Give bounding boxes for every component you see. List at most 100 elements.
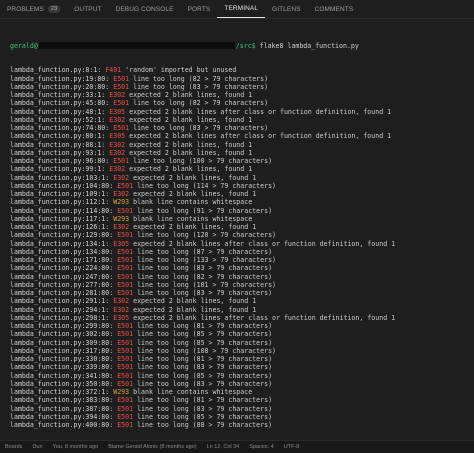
lint-message: line too long (101 > 79 characters) [133, 280, 277, 289]
tab-comments[interactable]: COMMENTS [308, 0, 361, 18]
lint-code: E501 [117, 330, 134, 339]
file-location[interactable]: lambda_function.py:112:1: [10, 198, 109, 206]
file-location[interactable]: lambda_function.py:134:80: [10, 248, 113, 256]
file-location[interactable]: lambda_function.py:74:80: [10, 124, 109, 132]
status-item[interactable]: Ln 12, Col 34 [202, 444, 245, 450]
file-location[interactable]: lambda_function.py:103:1: [10, 174, 109, 182]
lint-message: expected 2 blank lines after class or fu… [125, 132, 392, 141]
prompt-user: gerald@ [10, 41, 38, 50]
file-location[interactable]: lambda_function.py:299:80: [10, 322, 113, 330]
tab-debug-console[interactable]: DEBUG CONSOLE [109, 0, 181, 18]
lint-code: E501 [117, 231, 134, 240]
file-location[interactable]: lambda_function.py:394:80: [10, 413, 113, 421]
lint-line: lambda_function.py:52:1: E302 expected 2… [10, 116, 474, 124]
lint-line: lambda_function.py:171:80: E501 line too… [10, 256, 474, 264]
file-location[interactable]: lambda_function.py:93:1: [10, 149, 105, 157]
lint-line: lambda_function.py:400:80: E501 line too… [10, 421, 474, 429]
file-location[interactable]: lambda_function.py:291:1: [10, 297, 109, 305]
lint-message: line too long (85 > 79 characters) [133, 338, 273, 347]
lint-line: lambda_function.py:88:1: E302 expected 2… [10, 141, 474, 149]
file-location[interactable]: lambda_function.py:372:1: [10, 388, 109, 396]
lint-message: line too long (81 > 79 characters) [133, 396, 273, 405]
lint-line: lambda_function.py:330:80: E501 line too… [10, 355, 474, 363]
file-location[interactable]: lambda_function.py:247:80: [10, 273, 113, 281]
file-location[interactable]: lambda_function.py:339:80: [10, 363, 113, 371]
file-location[interactable]: lambda_function.py:88:1: [10, 141, 105, 149]
lint-line: lambda_function.py:339:80: E501 line too… [10, 363, 474, 371]
lint-line: lambda_function.py:129:80: E501 line too… [10, 231, 474, 239]
lint-line: lambda_function.py:45:80: E501 line too … [10, 99, 474, 107]
lint-message: line too long (83 > 79 characters) [133, 264, 273, 273]
lint-message: expected 2 blank lines, found 1 [125, 91, 253, 99]
file-location[interactable]: lambda_function.py:350:80: [10, 380, 113, 388]
lint-code: E302 [109, 140, 126, 149]
terminal-output[interactable]: gerald@ /src$ flake8 lambda_function.py l… [0, 19, 474, 440]
file-location[interactable]: lambda_function.py:19:80: [10, 75, 109, 83]
file-location[interactable]: lambda_function.py:52:1: [10, 116, 105, 124]
file-location[interactable]: lambda_function.py:387:80: [10, 405, 113, 413]
lint-code: E305 [109, 132, 126, 141]
status-item[interactable]: Spaces: 4 [244, 444, 278, 450]
lint-code: E501 [117, 264, 134, 273]
file-location[interactable]: lambda_function.py:309:80: [10, 339, 113, 347]
file-location[interactable]: lambda_function.py:99:1: [10, 165, 105, 173]
file-location[interactable]: lambda_function.py:8:1: [10, 66, 101, 74]
file-location[interactable]: lambda_function.py:45:80: [10, 99, 109, 107]
tab-ports[interactable]: PORTS [181, 0, 218, 18]
tab-gitlens[interactable]: GITLENS [265, 0, 308, 18]
lint-message: line too long (88 > 79 characters) [133, 421, 273, 429]
status-item[interactable]: Boards [0, 444, 27, 450]
lint-code: E501 [117, 247, 134, 256]
lint-code: E501 [117, 412, 134, 421]
file-location[interactable]: lambda_function.py:129:80: [10, 231, 113, 239]
lint-line: lambda_function.py:134:1: E305 expected … [10, 240, 474, 248]
tab-problems[interactable]: PROBLEMS 23 [0, 0, 67, 18]
file-location[interactable]: lambda_function.py:294:1: [10, 306, 109, 314]
file-location[interactable]: lambda_function.py:114:80: [10, 207, 113, 215]
lint-code: E501 [117, 404, 134, 413]
lint-line: lambda_function.py:372:1: W293 blank lin… [10, 388, 474, 396]
status-item[interactable]: Blame Gerald Alonis (8 months ago) [103, 444, 201, 450]
file-location[interactable]: lambda_function.py:171:80: [10, 256, 113, 264]
lint-line: lambda_function.py:104:80: E501 line too… [10, 182, 474, 190]
status-item[interactable]: You, 8 months ago [48, 444, 104, 450]
file-location[interactable]: lambda_function.py:48:1: [10, 108, 105, 116]
file-location[interactable]: lambda_function.py:302:80: [10, 330, 113, 338]
file-location[interactable]: lambda_function.py:80:1: [10, 132, 105, 140]
lint-line: lambda_function.py:117:1: W293 blank lin… [10, 215, 474, 223]
file-location[interactable]: lambda_function.py:134:1: [10, 240, 109, 248]
file-location[interactable]: lambda_function.py:400:80: [10, 421, 113, 429]
file-location[interactable]: lambda_function.py:383:80: [10, 396, 113, 404]
file-location[interactable]: lambda_function.py:20:80: [10, 83, 109, 91]
lint-message: line too long (83 > 79 characters) [133, 404, 273, 413]
lint-line: lambda_function.py:224:80: E501 line too… [10, 264, 474, 272]
status-item[interactable]: Dun [27, 444, 47, 450]
file-location[interactable]: lambda_function.py:126:1: [10, 223, 109, 231]
lint-line: lambda_function.py:291:1: E302 expected … [10, 297, 474, 305]
file-location[interactable]: lambda_function.py:117:1: [10, 215, 109, 223]
file-location[interactable]: lambda_function.py:104:80: [10, 182, 113, 190]
file-location[interactable]: lambda_function.py:341:80: [10, 372, 113, 380]
lint-code: E305 [113, 313, 130, 322]
tab-label: PROBLEMS [7, 5, 44, 13]
lint-line: lambda_function.py:109:1: E302 expected … [10, 190, 474, 198]
file-location[interactable]: lambda_function.py:109:1: [10, 190, 109, 198]
lint-message: line too long (82 > 79 characters) [133, 272, 273, 281]
file-location[interactable]: lambda_function.py:224:80: [10, 264, 113, 272]
file-location[interactable]: lambda_function.py:330:80: [10, 355, 113, 363]
file-location[interactable]: lambda_function.py:281:80: [10, 289, 113, 297]
lint-message: blank line contains whitespace [129, 214, 253, 223]
file-location[interactable]: lambda_function.py:277:80: [10, 281, 113, 289]
status-item[interactable]: UTF-8 [279, 444, 305, 450]
lint-code: E501 [113, 99, 130, 108]
file-location[interactable]: lambda_function.py:33:1: [10, 91, 105, 99]
tab-output[interactable]: OUTPUT [67, 0, 108, 18]
lint-code: E501 [117, 363, 134, 372]
lint-message: line too long (83 > 79 characters) [129, 82, 269, 91]
file-location[interactable]: lambda_function.py:96:80: [10, 157, 109, 165]
lint-message: expected 2 blank lines, found 1 [129, 190, 257, 198]
file-location[interactable]: lambda_function.py:317:80: [10, 347, 113, 355]
file-location[interactable]: lambda_function.py:298:1: [10, 314, 109, 322]
lint-message: line too long (82 > 79 characters) [129, 99, 269, 108]
tab-terminal[interactable]: TERMINAL [217, 0, 266, 18]
